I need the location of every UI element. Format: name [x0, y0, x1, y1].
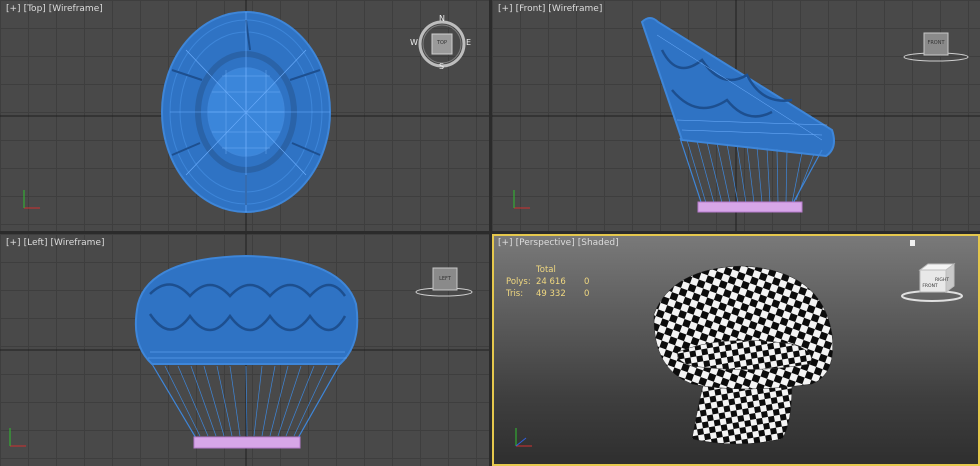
viewcube-front — [903, 32, 969, 62]
viewport-menu-button[interactable]: [+] — [6, 4, 21, 14]
viewport-top-label[interactable]: [+] [Top] [Wireframe] — [6, 4, 106, 14]
viewcube-compass[interactable]: N S E W TOP — [410, 14, 471, 72]
viewport-perspective[interactable]: [+] [Perspective] [Shaded] Total Polys: 24… — [492, 234, 980, 466]
viewport-top[interactable]: [+] [Top] [Wireframe] N S E W TOP — [0, 0, 489, 231]
tris-total: 49 332 — [536, 289, 566, 299]
viewport-front[interactable]: [+] [Front] [Wireframe] FRONT — [492, 0, 980, 231]
viewport-menu-button[interactable]: [+] — [498, 238, 513, 248]
axis-gizmo — [23, 190, 40, 209]
axis-gizmo — [513, 190, 530, 209]
viewport-front-label[interactable]: [+] [Front] [Wireframe] — [498, 4, 605, 14]
tris-label: Tris: — [506, 289, 524, 299]
compass-north[interactable]: N — [439, 14, 445, 23]
viewport-left-label[interactable]: [+] [Left] [Wireframe] — [6, 238, 108, 248]
axis-gizmo — [9, 428, 26, 447]
chair-perspective-model — [653, 265, 834, 445]
chair-front-wireframe — [640, 17, 835, 213]
view-type-button[interactable]: [Front] — [516, 4, 546, 14]
shading-mode-button[interactable]: [Wireframe] — [548, 4, 602, 14]
viewport-left[interactable]: [+] [Left] [Wireframe] LEFT — [0, 234, 489, 466]
viewcube-face-left[interactable]: LEFT — [433, 276, 457, 282]
viewcube-face-right[interactable]: RIGHT — [932, 278, 952, 283]
viewcube-face-top[interactable]: TOP — [432, 40, 452, 46]
chair-top-wireframe — [161, 11, 331, 213]
shading-mode-button[interactable]: [Shaded] — [578, 238, 619, 248]
left-wireframe-canvas — [0, 234, 489, 466]
polys-selected: 0 — [584, 277, 590, 287]
shading-mode-button[interactable]: [Wireframe] — [49, 4, 103, 14]
compass-west[interactable]: W — [410, 38, 418, 47]
polys-label: Polys: — [506, 277, 531, 287]
viewcube-face-front[interactable]: FRONT — [920, 284, 940, 289]
shading-mode-button[interactable]: [Wireframe] — [51, 238, 105, 248]
axis-gizmo — [515, 428, 532, 447]
statistics-overlay: Total Polys: 24 616 0 Tris: 49 332 0 — [506, 264, 604, 300]
polys-total: 24 616 — [536, 277, 566, 287]
front-wireframe-canvas — [492, 0, 980, 231]
view-type-button[interactable]: [Left] — [24, 238, 48, 248]
viewport-menu-button[interactable]: [+] — [498, 4, 513, 14]
compass-east[interactable]: E — [466, 38, 471, 47]
view-type-button[interactable]: [Perspective] — [516, 238, 575, 248]
tris-selected: 0 — [584, 289, 590, 299]
chair-left-wireframe — [134, 254, 359, 449]
stats-header: Total — [536, 265, 556, 275]
viewcube-left — [415, 267, 473, 297]
view-type-button[interactable]: [Top] — [24, 4, 46, 14]
viewport-layout: [+] [Top] [Wireframe] N S E W TOP [+] [F… — [0, 0, 980, 466]
viewcube-face-front[interactable]: FRONT — [924, 40, 948, 46]
lock-icon — [910, 240, 915, 246]
viewport-menu-button[interactable]: [+] — [6, 238, 21, 248]
compass-south[interactable]: S — [439, 62, 444, 71]
viewport-perspective-label[interactable]: [+] [Perspective] [Shaded] — [498, 238, 622, 248]
